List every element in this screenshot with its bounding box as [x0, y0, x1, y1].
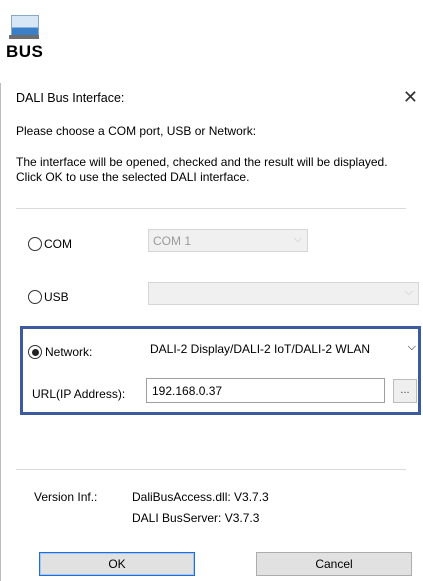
com-port-value: COM 1 [153, 234, 192, 248]
cancel-button[interactable]: Cancel [256, 552, 412, 576]
chevron-down-icon: ⌵ [293, 233, 302, 245]
com-port-select[interactable]: COM 1 ⌵ [148, 229, 308, 252]
divider [16, 469, 406, 470]
url-input-value: 192.168.0.37 [152, 384, 223, 398]
description-text: The interface will be opened, checked an… [16, 155, 388, 184]
network-group-highlight: Network: DALI-2 Display/DALI-2 IoT/DALI-… [20, 326, 421, 415]
dll-version: DaliBusAccess.dll: V3.7.3 [132, 490, 269, 504]
network-radio-label[interactable]: Network: [45, 345, 92, 359]
dialog-title: DALI Bus Interface: [16, 91, 125, 105]
version-label: Version Inf.: [34, 490, 98, 504]
divider [16, 208, 406, 209]
network-device-select[interactable]: DALI-2 Display/DALI-2 IoT/DALI-2 WLAN ⌵ [146, 337, 418, 360]
usb-radio[interactable] [28, 290, 42, 304]
chevron-down-icon: ⌵ [407, 341, 416, 353]
ok-button[interactable]: OK [39, 552, 195, 576]
usb-radio-label[interactable]: USB [44, 290, 69, 304]
dali-bus-interface-dialog: DALI Bus Interface: ✕ Please choose a CO… [0, 83, 423, 581]
monitor-stand [9, 35, 39, 39]
monitor-icon [11, 15, 39, 36]
network-device-value: DALI-2 Display/DALI-2 IoT/DALI-2 WLAN [150, 342, 371, 356]
url-label: URL(IP Address): [32, 387, 126, 401]
prompt-text: Please choose a COM port, USB or Network… [16, 124, 257, 138]
chevron-down-icon: ⌵ [404, 286, 413, 298]
com-radio-label[interactable]: COM [44, 237, 72, 251]
network-radio[interactable] [28, 345, 42, 359]
bus-interface-icon[interactable]: BUS [3, 9, 47, 65]
url-input[interactable]: 192.168.0.37 [146, 378, 385, 403]
bus-icon-label: BUS [6, 42, 44, 61]
server-version: DALI BusServer: V3.7.3 [132, 511, 260, 525]
com-radio[interactable] [28, 237, 42, 251]
close-icon[interactable]: ✕ [403, 87, 418, 108]
browse-button[interactable]: ... [393, 379, 417, 403]
usb-device-select[interactable]: ⌵ [148, 282, 419, 305]
